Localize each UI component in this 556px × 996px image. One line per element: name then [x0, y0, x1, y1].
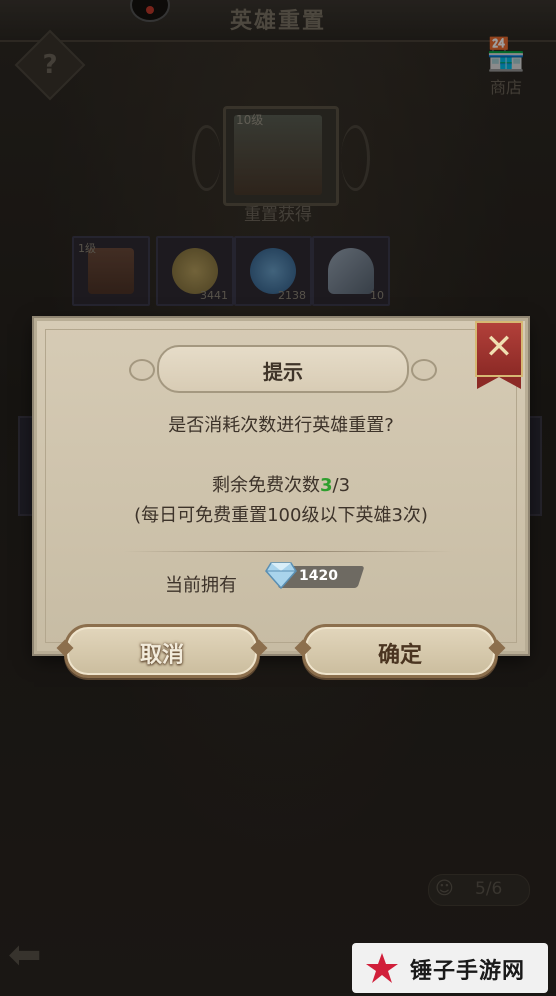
dialog-title: 提示	[263, 360, 303, 384]
free-count-line: 剩余免费次数3/3	[37, 471, 525, 497]
site-watermark: 锤子手游网	[352, 943, 548, 993]
watermark-text: 锤子手游网	[410, 959, 526, 984]
cancel-button[interactable]: 取消	[64, 624, 260, 678]
cancel-button-label: 取消	[139, 643, 184, 668]
gem-count: 1420	[299, 568, 338, 584]
confirm-button-label: 确定	[377, 643, 422, 668]
free-count-used: 3	[319, 475, 333, 496]
free-count-total: /3	[332, 475, 351, 496]
dialog-divider	[123, 551, 453, 552]
owned-label: 当前拥有	[165, 575, 237, 596]
dialog-title-banner: 提示	[129, 345, 437, 393]
free-reset-note: (每日可免费重置100级以下英雄3次)	[134, 505, 428, 526]
dialog-question: 是否消耗次数进行英雄重置?	[168, 415, 394, 436]
diamond-icon	[265, 562, 297, 589]
reset-confirm-dialog: 提示 ✕ 是否消耗次数进行英雄重置? 剩余免费次数3/3 (每日可免费重置100…	[34, 318, 528, 654]
free-count-label: 剩余免费次数	[211, 475, 320, 496]
confirm-button[interactable]: 确定	[302, 624, 498, 678]
hammer-logo-icon	[366, 953, 398, 983]
close-icon: ✕	[484, 327, 514, 367]
close-button[interactable]: ✕	[475, 321, 523, 389]
